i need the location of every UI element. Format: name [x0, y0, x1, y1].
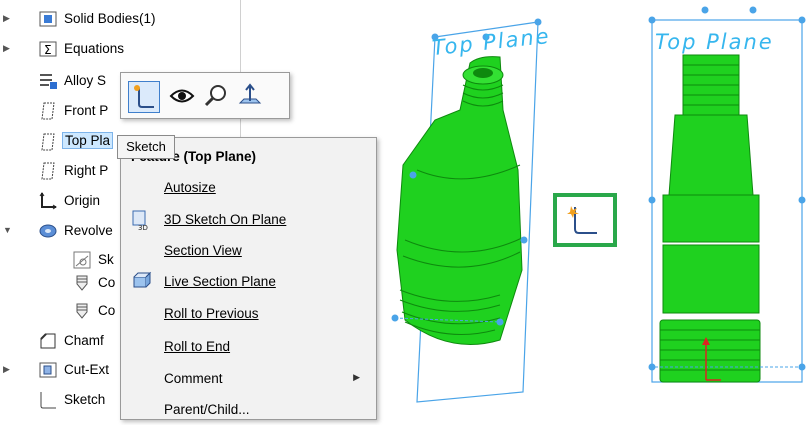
menu-item-roll-to-previous[interactable]: Roll to Previous [121, 298, 374, 329]
tree-item-label: Origin [64, 193, 101, 208]
eye-icon [169, 89, 195, 103]
menu-item-label: Roll to Previous [164, 306, 259, 321]
menu-item-label: Section View [164, 243, 242, 258]
svg-text:Σ: Σ [44, 43, 52, 57]
menu-item-roll-to-end[interactable]: Roll to End [121, 331, 374, 362]
tree-item-label: Solid Bodies(1) [64, 11, 156, 26]
zoom-icon [204, 85, 226, 107]
cosmetic-thread-icon [76, 275, 88, 291]
svg-text:3D: 3D [138, 224, 148, 231]
sketch-icon [73, 251, 91, 269]
tree-item-solid-bodies[interactable]: ▶ Solid Bodies(1) [0, 4, 245, 34]
expand-arrow-icon[interactable]: ▶ [3, 13, 13, 23]
menu-item-autosize[interactable]: Autosize [121, 172, 374, 203]
tree-item-label: Co [98, 303, 116, 318]
tree-item-label: Equations [64, 41, 125, 56]
sketch-icon [40, 392, 56, 409]
menu-item-parent-child[interactable]: Parent/Child... [121, 394, 374, 425]
expand-arrow-icon[interactable]: ▶ [3, 43, 13, 53]
3d-sketch-icon: 3D [132, 210, 148, 231]
menu-item-comment[interactable]: Comment ▶ [121, 363, 374, 394]
tree-item-label: Cut-Ext [64, 362, 110, 377]
context-menu: Feature (Top Plane) Autosize 3D 3D Sketc… [120, 137, 377, 420]
zoom-to-selection-button[interactable] [201, 81, 231, 111]
tree-item-label: Alloy S [64, 73, 107, 88]
live-section-icon [133, 271, 152, 288]
tree-item-label: Sk [98, 252, 114, 267]
menu-item-label: Autosize [164, 180, 216, 195]
menu-item-label: Parent/Child... [164, 402, 250, 417]
right-part-model [648, 6, 806, 383]
chamfer-icon [40, 333, 56, 349]
menu-item-label: Roll to End [164, 339, 231, 354]
origin-icon [39, 192, 57, 210]
plane-icon [41, 162, 55, 180]
normal-to-button[interactable] [235, 81, 265, 111]
equations-icon: Σ [39, 41, 57, 57]
cosmetic-thread-icon [76, 303, 88, 319]
menu-item-label: Comment [164, 371, 223, 386]
tree-item-label: Top Pla [62, 132, 114, 149]
sketch-button-highlight[interactable] [553, 193, 617, 247]
hide-show-button[interactable] [167, 81, 197, 111]
tree-item-label: Co [98, 275, 116, 290]
tree-item-label: Chamf [64, 333, 104, 348]
menu-item-label: Live Section Plane [164, 274, 276, 289]
left-part-model [391, 18, 542, 403]
sketch-icon [134, 85, 154, 108]
expand-arrow-icon[interactable]: ▶ [3, 364, 13, 374]
material-icon [40, 74, 57, 89]
solid-bodies-icon [39, 11, 57, 27]
cut-extrude-icon [39, 362, 57, 378]
sketch-button[interactable] [128, 81, 160, 113]
tree-item-label: Right P [64, 163, 109, 178]
menu-item-label: 3D Sketch On Plane [164, 212, 287, 227]
tree-item-label: Front P [64, 103, 109, 118]
menu-item-live-section-plane[interactable]: Live Section Plane [121, 266, 374, 297]
collapse-arrow-icon[interactable]: ▼ [3, 225, 13, 235]
normal-to-icon [238, 83, 262, 104]
tree-item-label: Sketch [64, 392, 106, 407]
context-toolbar [120, 72, 290, 119]
sketch-tooltip: Sketch [117, 135, 175, 159]
menu-item-3d-sketch-on-plane[interactable]: 3D 3D Sketch On Plane [121, 204, 374, 235]
revolve-icon [39, 224, 57, 238]
menu-item-section-view[interactable]: Section View [121, 235, 374, 266]
tree-item-equations[interactable]: ▶ Σ Equations [0, 34, 245, 64]
plane-icon [41, 133, 55, 151]
sketch-icon [567, 206, 597, 234]
right-plane-label: Top Plane [655, 30, 774, 54]
submenu-arrow-icon: ▶ [353, 372, 360, 382]
plane-icon [41, 102, 55, 120]
tree-item-label: Revolve [64, 223, 113, 238]
